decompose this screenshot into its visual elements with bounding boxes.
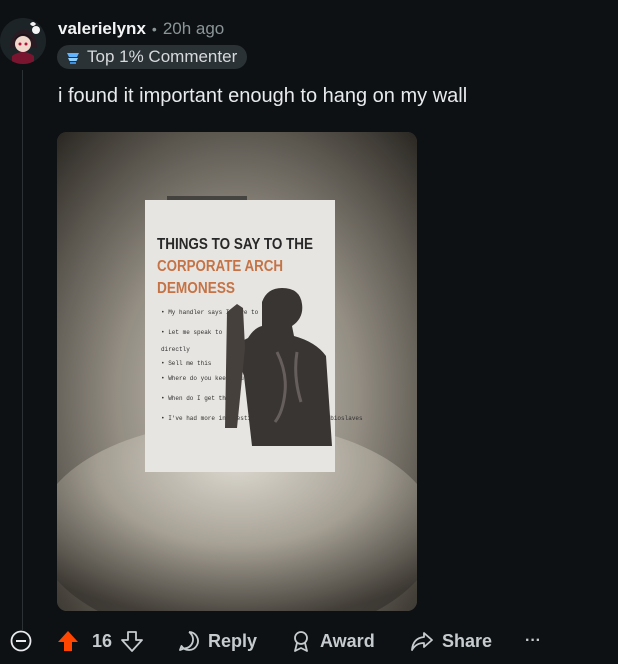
separator-dot: • [151, 21, 157, 37]
award-button[interactable]: Award [290, 624, 375, 658]
share-label: Share [442, 630, 493, 651]
downvote-button[interactable] [120, 629, 144, 653]
collapse-thread-button[interactable] [9, 624, 33, 658]
downvote-arrow-icon [121, 631, 143, 652]
vote-group: 16 [56, 624, 144, 658]
award-label: Award [320, 630, 375, 651]
vote-score: 16 [92, 630, 113, 651]
reply-bubble-icon [179, 631, 199, 651]
top-commenter-icon [65, 49, 81, 65]
comment-body: i found it important enough to hang on m… [58, 85, 468, 107]
more-options-button[interactable]: ··· [525, 624, 541, 658]
more-options-icon: ··· [525, 632, 541, 649]
upvote-arrow-icon [58, 631, 78, 651]
comment-header: valerielynx • 20h ago [58, 16, 224, 42]
share-arrow-icon [411, 632, 433, 651]
upvote-button[interactable] [56, 629, 80, 653]
username[interactable]: valerielynx [58, 19, 146, 39]
reply-button[interactable]: Reply [178, 624, 257, 658]
collapse-icon [10, 630, 32, 652]
timestamp[interactable]: 20h ago [163, 19, 224, 39]
thread-line [22, 70, 23, 630]
award-ribbon-icon [294, 631, 308, 652]
avatar[interactable] [0, 18, 46, 64]
comment-action-bar: 16 Reply Award Share ··· [0, 624, 618, 658]
user-flair[interactable]: Top 1% Commenter [57, 45, 248, 69]
share-button[interactable]: Share [410, 624, 492, 658]
reply-label: Reply [208, 630, 258, 651]
comment-image[interactable]: THINGS TO SAY TO THE CORPORATE ARCH DEMO… [57, 132, 417, 611]
flair-label: Top 1% Commenter [87, 47, 238, 66]
